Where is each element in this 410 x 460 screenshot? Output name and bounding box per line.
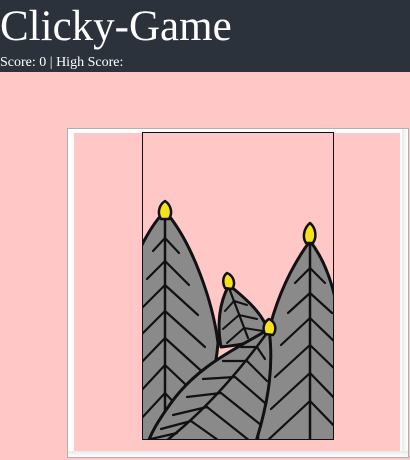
scrollbar-vertical[interactable] <box>402 129 408 457</box>
header-bar: Clicky-Game Score: 0 | High Score: <box>0 0 410 72</box>
score-display: Score: 0 | High Score: <box>0 55 124 70</box>
app-title: Clicky-Game <box>0 3 232 50</box>
leaves-icon <box>143 199 333 439</box>
scrollbar-horizontal[interactable] <box>68 451 408 457</box>
image-card[interactable] <box>142 132 334 440</box>
